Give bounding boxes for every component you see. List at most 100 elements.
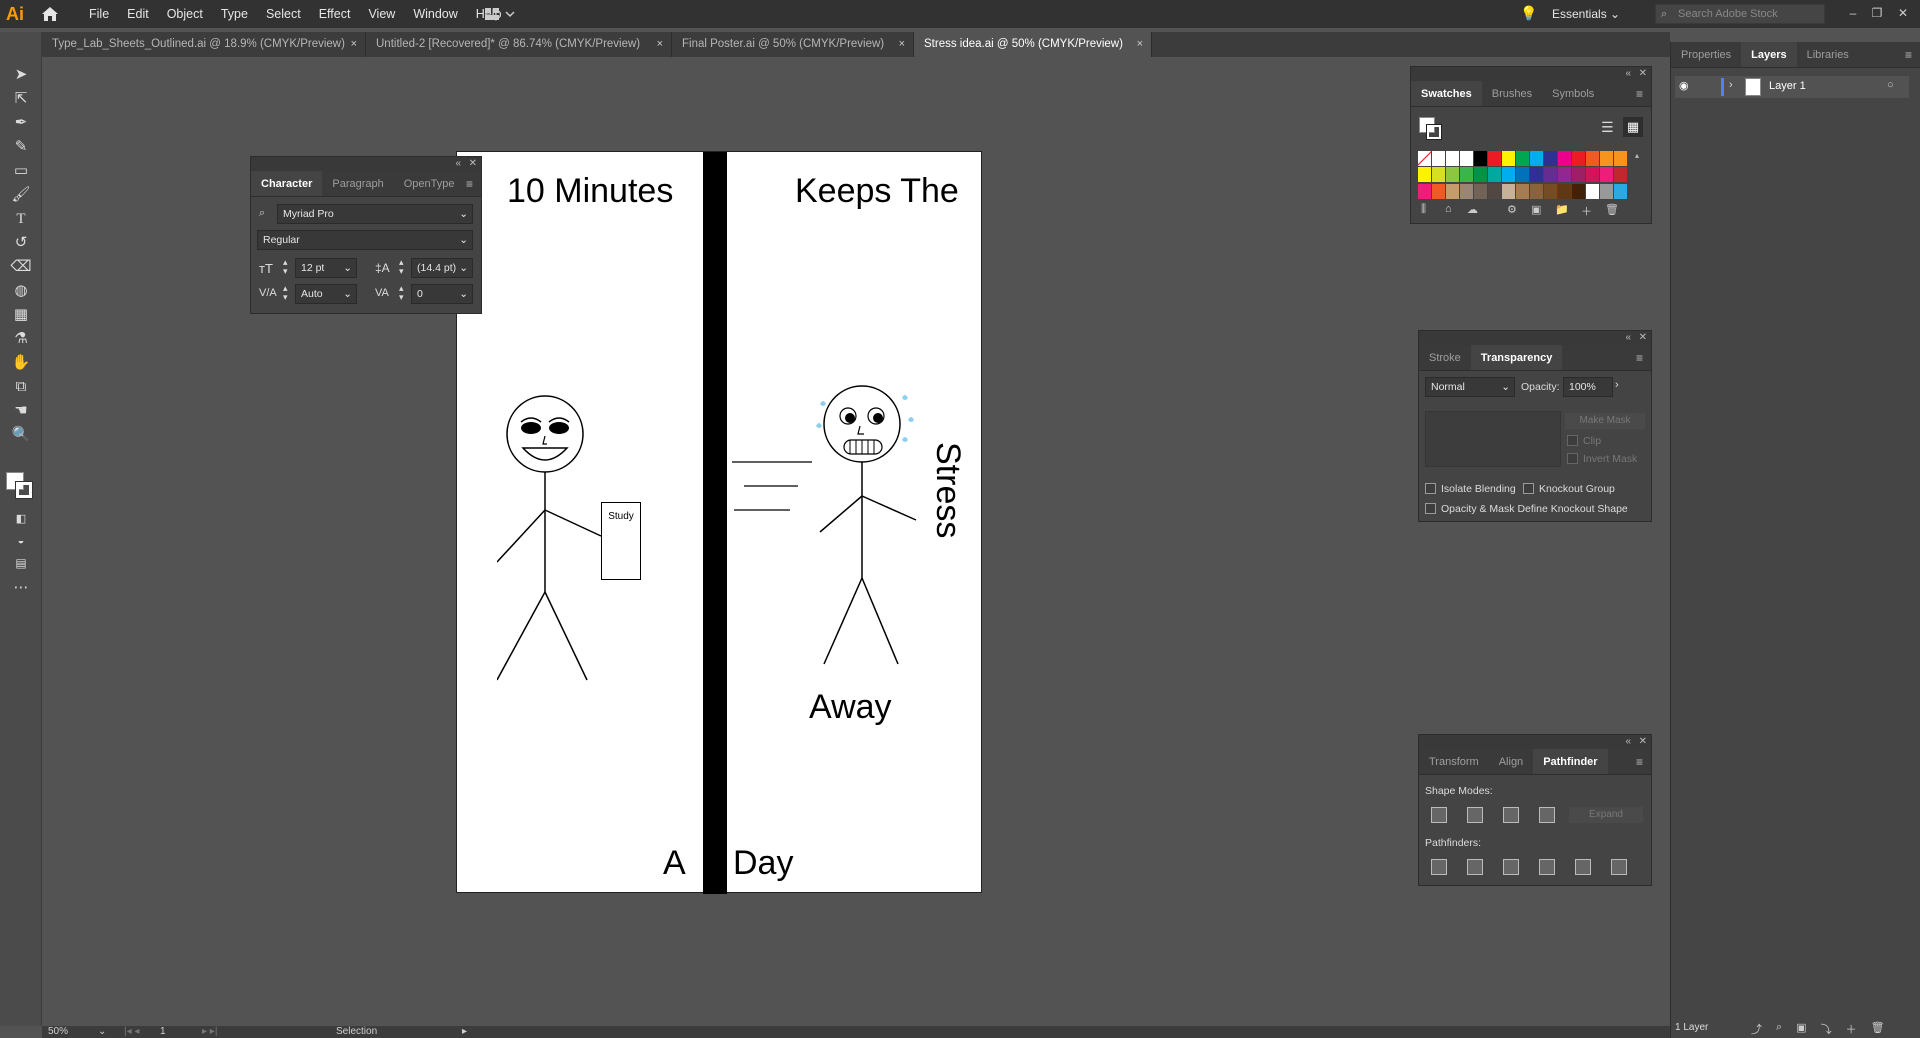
new-swatch-icon[interactable]: ＋ [1581,203,1592,219]
divider-bar[interactable] [703,152,727,894]
target-icon[interactable]: ○ [1887,79,1894,91]
panel-menu-icon[interactable]: ≡ [1636,749,1643,775]
swatch[interactable] [1558,167,1571,183]
screen-mode-icon[interactable]: ▤ [10,552,32,574]
invert-mask-checkbox[interactable] [1567,453,1578,464]
exclude-icon[interactable] [1539,807,1555,823]
panel-menu-icon[interactable]: ≡ [466,171,473,197]
tab-type-lab-sheets[interactable]: Type_Lab_Sheets_Outlined.ai @ 18.9% (CMY… [42,32,366,57]
study-sign[interactable]: Study [601,502,641,580]
tab-stress-idea[interactable]: Stress idea.ai @ 50% (CMYK/Preview) × [914,32,1152,57]
artboard-text-a[interactable]: A [663,844,686,883]
minus-back-icon[interactable] [1611,859,1627,875]
swatch[interactable] [1614,183,1627,199]
hand-tool-icon[interactable]: ☚ [10,400,32,422]
close-icon[interactable]: ✕ [1639,735,1647,749]
artboard-text-10-minutes[interactable]: 10 Minutes [507,172,673,211]
tab-transparency[interactable]: Transparency [1470,345,1563,370]
stepper-icon[interactable]: ▴ ▾ [399,284,404,302]
fill-stroke-swatch[interactable] [1419,117,1443,141]
collapse-icon[interactable]: « [1625,331,1631,345]
swatch[interactable] [1516,183,1529,199]
eyedropper-tool-icon[interactable]: ⚗ [10,328,32,350]
menu-select[interactable]: Select [257,0,310,28]
tab-pathfinder[interactable]: Pathfinder [1533,749,1608,774]
knockout-group-checkbox[interactable] [1523,483,1534,494]
zoom-level[interactable]: 50% [48,1026,68,1038]
panel-menu-icon[interactable]: ≡ [1636,81,1643,107]
swatch[interactable] [1460,151,1473,166]
swatch[interactable] [1600,183,1613,199]
close-icon[interactable]: × [1137,32,1143,57]
tab-transform[interactable]: Transform [1419,749,1489,774]
maximize-icon[interactable]: ❐ [1866,3,1888,23]
opacity-mask-checkbox[interactable] [1425,503,1436,514]
swatch[interactable] [1502,167,1515,183]
tab-symbols[interactable]: Symbols [1542,81,1604,106]
direct-selection-tool-icon[interactable]: ⇱ [10,88,32,110]
swatch[interactable] [1432,151,1445,166]
collapse-icon[interactable]: « [1625,67,1631,81]
tab-stroke[interactable]: Stroke [1419,345,1471,370]
trash-icon[interactable]: 🗑 [1871,1021,1885,1037]
tab-untitled-2[interactable]: Untitled-2 [Recovered]* @ 86.74% (CMYK/P… [366,32,672,57]
show-kinds-icon[interactable]: ⌂ [1445,203,1452,215]
swatch[interactable] [1586,151,1599,166]
swatch[interactable] [1558,151,1571,166]
chevron-down-icon[interactable]: ⌄ [98,1026,106,1038]
swatch[interactable] [1572,167,1585,183]
new-layer-icon[interactable]: ＋ [1846,1021,1857,1037]
close-icon[interactable]: × [899,32,905,57]
artboard-text-away[interactable]: Away [809,688,892,727]
selection-tool-icon[interactable]: ➤ [10,64,32,86]
tab-paragraph[interactable]: Paragraph [322,171,393,196]
layer-row[interactable]: ◉ › Layer 1 ○ [1675,76,1909,98]
swatch[interactable] [1558,183,1571,199]
font-size-field[interactable]: 12 pt ⌄ [295,258,357,278]
tab-final-poster[interactable]: Final Poster.ai @ 50% (CMYK/Preview) × [672,32,914,57]
tab-swatches[interactable]: Swatches [1411,81,1482,106]
tracking-field[interactable]: 0 ⌄ [411,284,473,304]
stepper-icon[interactable]: ▴ ▾ [399,258,404,276]
minus-front-icon[interactable] [1467,807,1483,823]
color-mode-icon[interactable]: ◧ [10,508,32,530]
collapse-icon[interactable]: « [1625,735,1631,749]
close-icon[interactable]: ✕ [469,157,477,171]
trim-icon[interactable] [1467,859,1483,875]
artboard[interactable]: 10 Minutes Keeps The Study Stress Away A… [456,151,982,894]
chevron-right-icon[interactable]: ▸ [462,1026,467,1038]
swatch[interactable] [1418,151,1431,166]
more-tools-icon[interactable]: ⋯ [10,577,32,599]
swatch[interactable] [1544,151,1557,166]
swatch[interactable] [1544,183,1557,199]
rotate-tool-icon[interactable]: ↺ [10,232,32,254]
clip-checkbox[interactable] [1567,435,1578,446]
outline-icon[interactable] [1575,859,1591,875]
artboard-text-day[interactable]: Day [733,844,793,883]
swatch[interactable] [1488,151,1501,166]
pen-tool-icon[interactable]: ✒ [10,112,32,134]
swatch[interactable] [1600,151,1613,166]
font-style-select[interactable]: Regular ⌄ [257,230,473,250]
close-window-icon[interactable]: ✕ [1892,3,1914,23]
swatch[interactable] [1530,167,1543,183]
new-group-icon[interactable]: 📁 [1555,203,1569,216]
panel-menu-icon[interactable]: ≡ [1905,42,1912,68]
tab-properties[interactable]: Properties [1671,42,1741,67]
swatch[interactable] [1432,183,1445,199]
zoom-tool-icon[interactable]: 🔍 [10,424,32,446]
menu-type[interactable]: Type [212,0,257,28]
swatch[interactable] [1502,183,1515,199]
color-group-icon[interactable]: ▣ [1531,203,1541,216]
merge-icon[interactable] [1503,859,1519,875]
trash-icon[interactable]: 🗑 [1605,203,1619,216]
stepper-icon[interactable]: ▴ ▾ [283,284,288,302]
menu-file[interactable]: File [80,0,118,28]
eye-icon[interactable]: ◉ [1679,79,1689,92]
tab-character[interactable]: Character [251,171,323,196]
intersect-icon[interactable] [1503,807,1519,823]
swatch[interactable] [1446,167,1459,183]
swatch[interactable] [1460,167,1473,183]
swatch[interactable] [1516,167,1529,183]
swatch[interactable] [1530,151,1543,166]
